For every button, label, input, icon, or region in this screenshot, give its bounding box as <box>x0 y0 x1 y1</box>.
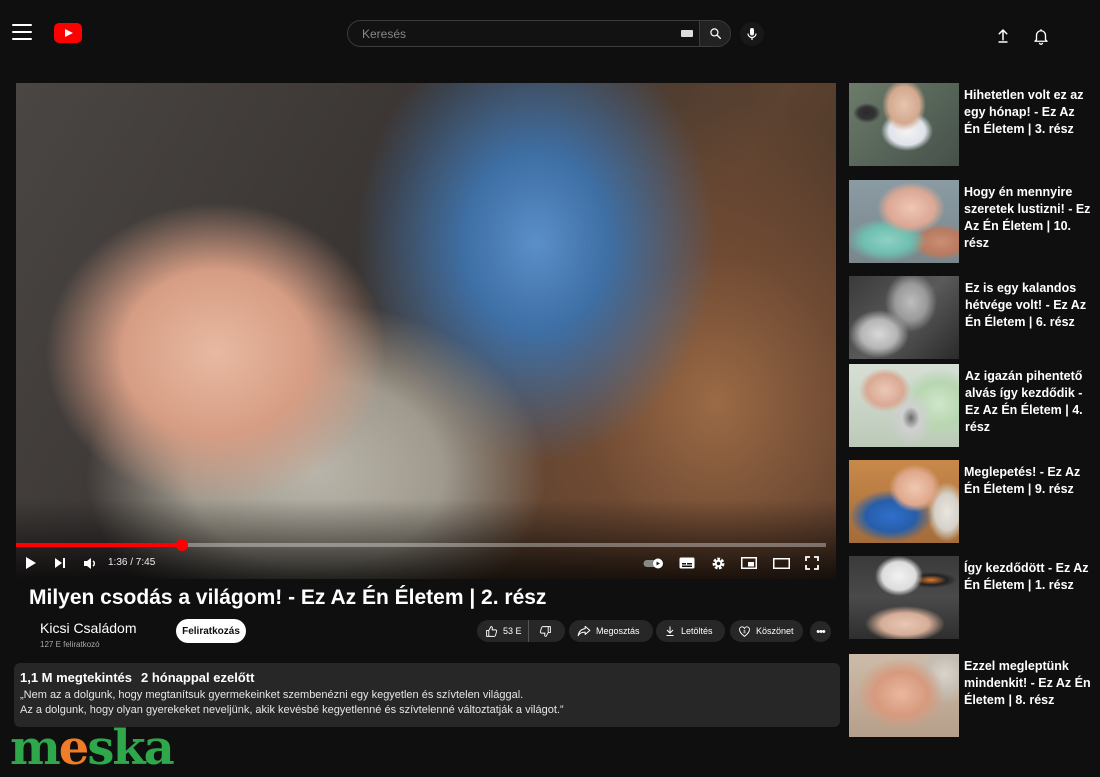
recommended-video-title[interactable]: Hihetetlen volt ez az egy hónap! - Ez Az… <box>964 87 1094 138</box>
theater-mode-icon <box>772 557 790 569</box>
recommended-video[interactable]: Hihetetlen volt ez az egy hónap! - Ez Az… <box>849 83 1094 167</box>
recommended-video[interactable]: Hogy én mennyire szeretek lustizni! - Ez… <box>849 180 1094 264</box>
video-player[interactable]: 1:36 / 7:45 <box>16 83 836 579</box>
upload-icon[interactable] <box>994 27 1012 45</box>
voice-search-button[interactable] <box>740 22 764 46</box>
like-button[interactable]: 53 E <box>477 620 529 642</box>
volume-button[interactable] <box>80 553 100 573</box>
video-thumbnail[interactable] <box>849 180 959 263</box>
volume-icon <box>83 557 95 569</box>
channel-avatar[interactable] <box>14 620 36 642</box>
upload-date: 2 hónappal ezelőtt <box>141 670 255 685</box>
share-icon <box>577 625 591 637</box>
keyboard-icon[interactable] <box>675 21 699 46</box>
fullscreen-button[interactable] <box>802 553 822 573</box>
microphone-icon <box>747 28 757 40</box>
miniplayer-button[interactable] <box>738 553 760 573</box>
view-count: 1,1 M megtekintés <box>20 670 132 685</box>
notifications-bell-icon[interactable] <box>1032 27 1050 45</box>
recommended-video[interactable]: Ezzel megleptünk mindenkit! - Ez Az Én É… <box>849 654 1094 738</box>
video-thumbnail[interactable] <box>849 276 959 359</box>
svg-text:$: $ <box>743 629 746 634</box>
youtube-logo[interactable] <box>54 23 82 43</box>
download-label: Letöltés <box>681 626 713 636</box>
recommended-video[interactable]: Így kezdődött - Ez Az Én Életem | 1. rés… <box>849 556 1094 640</box>
autoplay-toggle[interactable] <box>642 553 666 573</box>
recommended-video-title[interactable]: Ezzel megleptünk mindenkit! - Ez Az Én É… <box>964 658 1094 709</box>
settings-button[interactable] <box>708 553 728 573</box>
gear-icon <box>712 557 724 569</box>
top-bar <box>0 0 1100 68</box>
subtitles-icon <box>679 557 695 569</box>
thanks-button[interactable]: $ Köszönet <box>730 620 803 642</box>
video-thumbnail[interactable] <box>849 83 959 166</box>
thanks-label: Köszönet <box>756 626 794 636</box>
subscribe-button[interactable]: Feliratkozás <box>176 619 246 643</box>
fullscreen-icon <box>805 556 819 570</box>
video-thumbnail[interactable] <box>849 654 959 737</box>
recommended-video[interactable]: Meglepetés! - Ez Az Én Életem | 9. rész <box>849 460 1094 544</box>
recommended-video-title[interactable]: Így kezdődött - Ez Az Én Életem | 1. rés… <box>964 560 1094 594</box>
subtitles-button[interactable] <box>676 553 698 573</box>
progress-bar[interactable] <box>16 539 826 551</box>
recommended-video-title[interactable]: Meglepetés! - Ez Az Én Életem | 9. rész <box>964 464 1094 498</box>
share-label: Megosztás <box>596 626 640 636</box>
view-stats: 1,1 M megtekintés 2 hónappal ezelőtt <box>20 670 834 685</box>
video-frame[interactable] <box>16 83 836 579</box>
meska-watermark-logo: meska <box>10 720 175 776</box>
thumbs-down-icon <box>539 625 551 637</box>
next-icon <box>55 558 65 568</box>
thanks-heart-icon: $ <box>739 625 750 637</box>
description-line: „Nem az a dolgunk, hogy megtanítsuk gyer… <box>20 689 524 701</box>
recommended-video[interactable]: Az igazán pihentető alvás így kezdődik -… <box>849 364 1094 448</box>
search-icon <box>709 28 721 40</box>
subscriber-count: 127 E feliratkozó <box>40 640 100 649</box>
time-display: 1:36 / 7:45 <box>108 557 156 568</box>
next-button[interactable] <box>52 553 68 573</box>
download-button[interactable]: Letöltés <box>656 620 725 642</box>
recommended-video-title[interactable]: Az igazán pihentető alvás így kezdődik -… <box>965 368 1095 436</box>
recommended-video-title[interactable]: Hogy én mennyire szeretek lustizni! - Ez… <box>964 184 1094 252</box>
video-title: Milyen csodás a világom! - Ez Az Én Élet… <box>29 586 547 609</box>
progress-handle[interactable] <box>175 539 188 551</box>
recommended-video[interactable]: Ez is egy kalandos hétvége volt! - Ez Az… <box>849 276 1094 360</box>
search-box <box>347 20 731 47</box>
search-button[interactable] <box>699 21 730 46</box>
like-dislike-group: 53 E <box>477 620 565 642</box>
autoplay-toggle-icon <box>643 558 663 568</box>
download-icon <box>666 626 674 636</box>
menu-icon[interactable] <box>12 24 32 40</box>
share-button[interactable]: Megosztás <box>569 620 653 642</box>
channel-name[interactable]: Kicsi Családom <box>40 620 136 636</box>
like-count: 53 E <box>503 626 522 636</box>
play-icon <box>26 557 36 569</box>
play-button[interactable] <box>22 553 40 573</box>
description-line: Az a dolgunk, hogy olyan gyerekeket neve… <box>20 704 564 716</box>
progress-fill <box>16 543 182 547</box>
theater-mode-button[interactable] <box>770 553 792 573</box>
video-thumbnail[interactable] <box>849 364 959 447</box>
video-thumbnail[interactable] <box>849 460 959 543</box>
video-thumbnail[interactable] <box>849 556 959 639</box>
search-input[interactable] <box>348 21 675 46</box>
description-box[interactable]: 1,1 M megtekintés 2 hónappal ezelőtt „Nem… <box>14 663 840 727</box>
thumbs-up-icon <box>486 625 498 637</box>
dislike-button[interactable] <box>529 620 559 642</box>
miniplayer-icon <box>741 557 757 569</box>
recommended-video-title[interactable]: Ez is egy kalandos hétvége volt! - Ez Az… <box>965 280 1095 331</box>
more-actions-button[interactable]: ••• <box>810 621 831 642</box>
more-dots-icon: ••• <box>816 625 826 638</box>
